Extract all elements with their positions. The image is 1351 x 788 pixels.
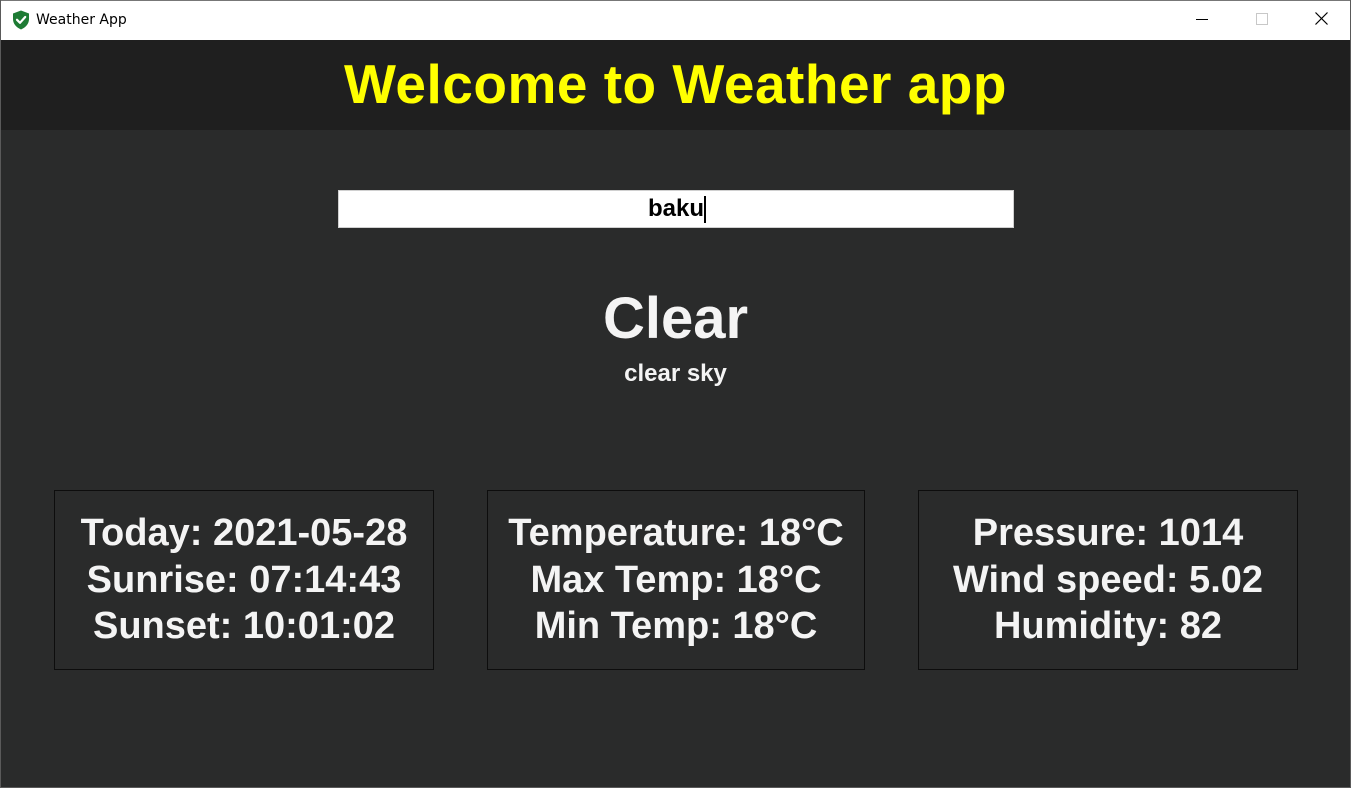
window-title: Weather App [36,12,127,28]
sunset-time: Sunset: 10:01:02 [92,605,395,648]
page-title: Welcome to Weather app [344,53,1007,115]
weather-description: clear sky [624,360,727,387]
text-cursor [704,196,706,223]
today-date: Today: 2021-05-28 [80,512,408,555]
city-search-input[interactable] [338,190,1014,228]
date-sun-card: Today: 2021-05-28 Sunrise: 07:14:43 Suns… [54,490,434,670]
title-bar[interactable]: Weather App [1,0,1350,40]
close-button[interactable] [1292,1,1350,40]
maximize-button[interactable] [1233,1,1291,40]
pressure-value: Pressure: 1014 [972,512,1244,555]
minimize-icon [1196,12,1208,30]
current-temperature: Temperature: 18°C [508,512,844,555]
min-temperature: Min Temp: 18°C [534,605,818,648]
minimize-button[interactable] [1173,1,1231,40]
shield-check-icon [12,10,30,30]
temperature-card: Temperature: 18°C Max Temp: 18°C Min Tem… [487,490,865,670]
sunrise-time: Sunrise: 07:14:43 [86,558,402,601]
wind-speed-value: Wind speed: 5.02 [952,558,1264,601]
max-temperature: Max Temp: 18°C [530,558,822,601]
header-banner: Welcome to Weather app [1,40,1350,130]
weather-condition: Clear [602,286,749,351]
close-icon [1314,11,1328,30]
app-window: Weather App Welcome to Weather app Clear… [0,0,1351,788]
humidity-value: Humidity: 82 [993,605,1223,648]
atmosphere-card: Pressure: 1014 Wind speed: 5.02 Humidity… [918,490,1298,670]
maximize-icon [1256,12,1268,30]
